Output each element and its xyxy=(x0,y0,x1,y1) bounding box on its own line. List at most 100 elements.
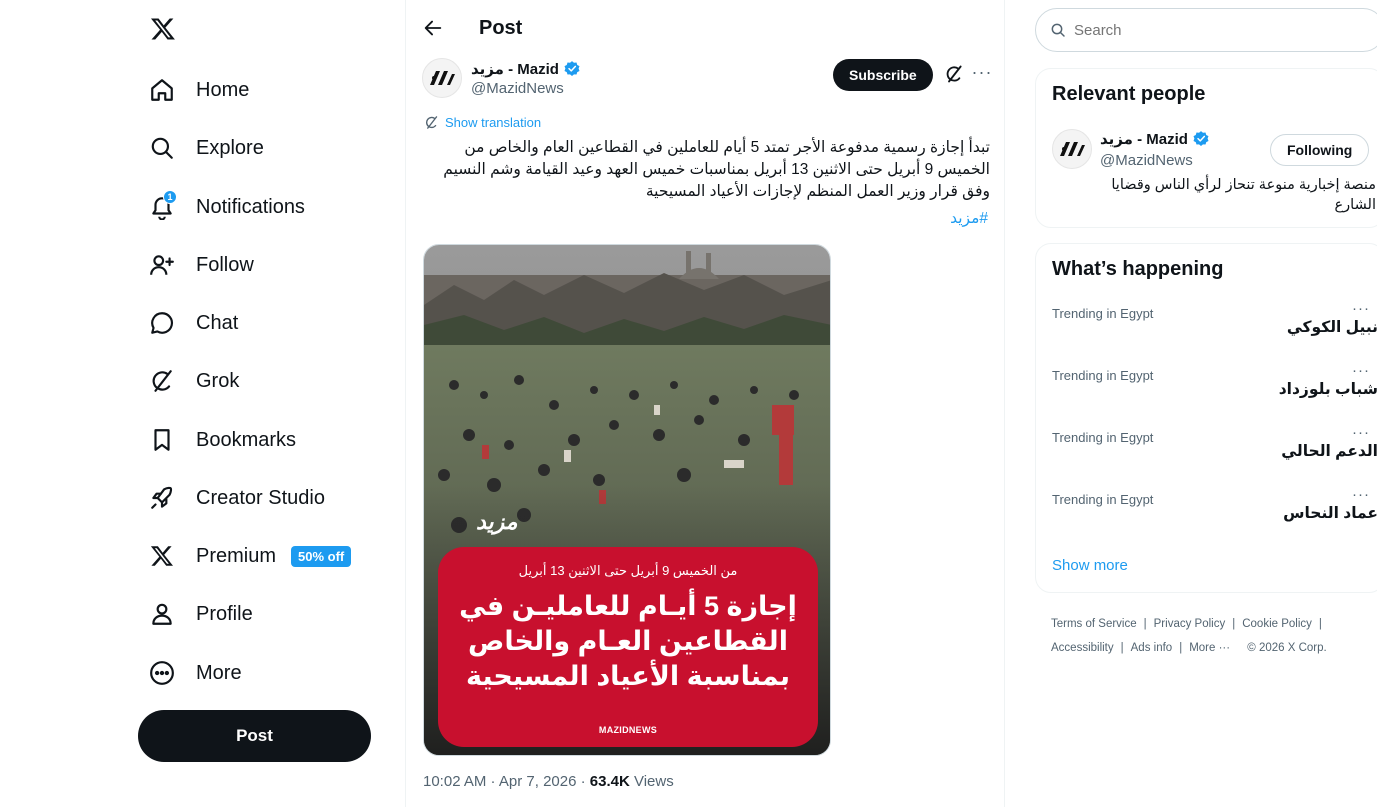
x-logo-icon xyxy=(148,542,176,570)
nav-home[interactable]: Home xyxy=(148,67,249,113)
grok-icon xyxy=(148,367,176,395)
nav-label-explore: Explore xyxy=(196,136,264,159)
privacy-link[interactable]: Privacy Policy xyxy=(1154,618,1226,630)
author-name-link[interactable]: مزيد - Mazid xyxy=(471,60,581,78)
page-title: Post xyxy=(479,17,523,39)
hashtag-link[interactable]: #مزيد xyxy=(950,209,988,228)
author-handle[interactable]: @MazidNews xyxy=(471,80,564,97)
trend-item[interactable]: Trending in Egypt ··· عماد النحاس xyxy=(1036,486,1377,554)
nav-premium[interactable]: Premium 50% off xyxy=(148,533,352,579)
nav-label-grok: Grok xyxy=(196,369,240,392)
trend-context: Trending in Egypt xyxy=(1052,430,1154,445)
verified-badge-icon xyxy=(564,61,580,76)
cookie-link[interactable]: Cookie Policy xyxy=(1242,618,1312,630)
chat-bubble-icon xyxy=(148,309,176,337)
more-options-icon[interactable]: ··· xyxy=(970,62,994,86)
premium-discount-badge: 50% off xyxy=(291,545,352,567)
nav-creator-studio[interactable]: Creator Studio xyxy=(148,475,325,521)
subscribe-button[interactable]: Subscribe xyxy=(833,59,933,91)
grok-icon[interactable] xyxy=(944,64,964,84)
terms-link[interactable]: Terms of Service xyxy=(1051,618,1137,630)
nav-grok[interactable]: Grok xyxy=(148,358,239,404)
trend-item[interactable]: Trending in Egypt ··· الدعم الحالي xyxy=(1036,424,1377,492)
relevant-person-handle[interactable]: @MazidNews xyxy=(1100,152,1193,169)
footer-separator: | xyxy=(1232,618,1236,630)
nav-label-home: Home xyxy=(196,78,250,101)
footer-separator: | xyxy=(1120,642,1124,654)
mazid-watermark-logo: مزيد xyxy=(476,509,518,534)
nav-label-more: More xyxy=(196,661,242,684)
left-navigation: Home Explore 1 Notifications Follow Chat… xyxy=(138,0,398,807)
nav-more[interactable]: More xyxy=(148,650,242,696)
show-translation-label: Show translation xyxy=(445,115,542,130)
nav-label-bookmarks: Bookmarks xyxy=(196,428,297,451)
nav-label-premium: Premium xyxy=(196,544,277,567)
back-arrow-icon[interactable] xyxy=(422,17,446,41)
footer-more-link[interactable]: More ··· xyxy=(1189,642,1230,654)
card-date-line: من الخميس 9 أبريل حتى الاثنين 13 أبريل xyxy=(518,563,738,578)
trend-context: Trending in Egypt xyxy=(1052,492,1154,507)
relevant-person-avatar[interactable] xyxy=(1052,129,1092,169)
search-icon xyxy=(1051,23,1065,37)
trend-item[interactable]: Trending in Egypt ··· شباب بلوزداد xyxy=(1036,362,1377,430)
post-author: مزيد - Mazid @MazidNews Subscribe ··· xyxy=(422,58,992,100)
card-headline: إجازة 5 أيـام للعامليـن في القطاعين العـ… xyxy=(459,591,797,691)
main-column: Post مزيد - Mazid @MazidNews Subscribe ·… xyxy=(405,0,1005,807)
post-meta: 10:02 AM · Apr 7, 2026 · 63.4K Views xyxy=(423,773,674,790)
following-button[interactable]: Following xyxy=(1270,134,1370,166)
search-icon xyxy=(148,134,176,162)
trend-context: Trending in Egypt xyxy=(1052,306,1154,321)
search-input[interactable] xyxy=(1074,21,1334,39)
bell-icon: 1 xyxy=(148,190,177,221)
accessibility-link[interactable]: Accessibility xyxy=(1051,642,1114,654)
trend-name: شباب بلوزداد xyxy=(1278,381,1377,398)
home-icon xyxy=(148,76,176,104)
post-text: تبدأ إجازة رسمية مدفوعة الأجر تمتد 5 أيا… xyxy=(443,139,990,200)
show-translation-link[interactable]: Show translation xyxy=(424,115,541,130)
show-more-link[interactable]: Show more xyxy=(1052,557,1128,574)
relevant-people-panel: Relevant people مزيد - Mazid @MazidNews … xyxy=(1035,68,1377,228)
trend-item[interactable]: Trending in Egypt ··· نبيل الكوكي xyxy=(1036,300,1377,368)
more-circle-icon xyxy=(148,659,176,687)
more-options-icon[interactable]: ··· xyxy=(1352,424,1370,441)
more-options-icon[interactable]: ··· xyxy=(1352,300,1370,317)
compose-post-button[interactable]: Post xyxy=(138,710,371,762)
relevant-person-name: مزيد - Mazid xyxy=(1100,131,1188,148)
nav-profile[interactable]: Profile xyxy=(148,591,253,637)
footer-links: Terms of Service | Privacy Policy | Cookie P… xyxy=(1051,612,1371,660)
bookmark-icon xyxy=(148,426,176,454)
card-footer-handle: MAZIDNEWS xyxy=(598,725,658,735)
footer-separator: | xyxy=(1318,618,1322,630)
nav-label-creator-studio: Creator Studio xyxy=(196,486,325,509)
more-options-icon[interactable]: ··· xyxy=(1352,362,1370,379)
nav-label-follow: Follow xyxy=(196,253,254,276)
views-label: Views xyxy=(629,773,674,790)
post-image[interactable]: مزيد من الخميس 9 أبريل حتى الاثنين 13 أب… xyxy=(423,244,831,756)
trend-name: عماد النحاس xyxy=(1283,505,1377,522)
footer-separator: | xyxy=(1179,642,1183,654)
relevant-person-bio: منصة إخبارية منوعة تنحاز لرأي الناس وقضا… xyxy=(1111,177,1376,213)
add-person-icon xyxy=(148,251,176,279)
ads-info-link[interactable]: Ads info xyxy=(1131,642,1173,654)
post-timestamp[interactable]: 10:02 AM · Apr 7, 2026 · xyxy=(423,773,590,790)
search-box[interactable] xyxy=(1035,8,1377,52)
relevant-people-title: Relevant people xyxy=(1052,83,1206,105)
view-count: 63.4K xyxy=(589,773,630,790)
nav-label-profile: Profile xyxy=(196,602,253,625)
notification-badge: 1 xyxy=(163,190,177,204)
trend-name: الدعم الحالي xyxy=(1281,443,1377,460)
x-logo-icon[interactable] xyxy=(150,16,180,46)
footer-spacer xyxy=(1237,642,1240,654)
more-options-icon[interactable]: ··· xyxy=(1352,486,1370,503)
nav-label-notifications: Notifications xyxy=(196,195,305,218)
rocket-icon xyxy=(148,484,176,512)
author-avatar[interactable] xyxy=(422,58,462,98)
nav-explore[interactable]: Explore xyxy=(148,125,264,171)
nav-chat[interactable]: Chat xyxy=(148,300,238,346)
nav-bookmarks[interactable]: Bookmarks xyxy=(148,417,296,463)
nav-notifications[interactable]: 1 Notifications xyxy=(148,184,305,230)
relevant-person-name-link[interactable]: مزيد - Mazid xyxy=(1100,130,1210,148)
nav-follow[interactable]: Follow xyxy=(148,242,254,288)
nav-label-chat: Chat xyxy=(196,311,239,334)
footer-separator: | xyxy=(1143,618,1147,630)
